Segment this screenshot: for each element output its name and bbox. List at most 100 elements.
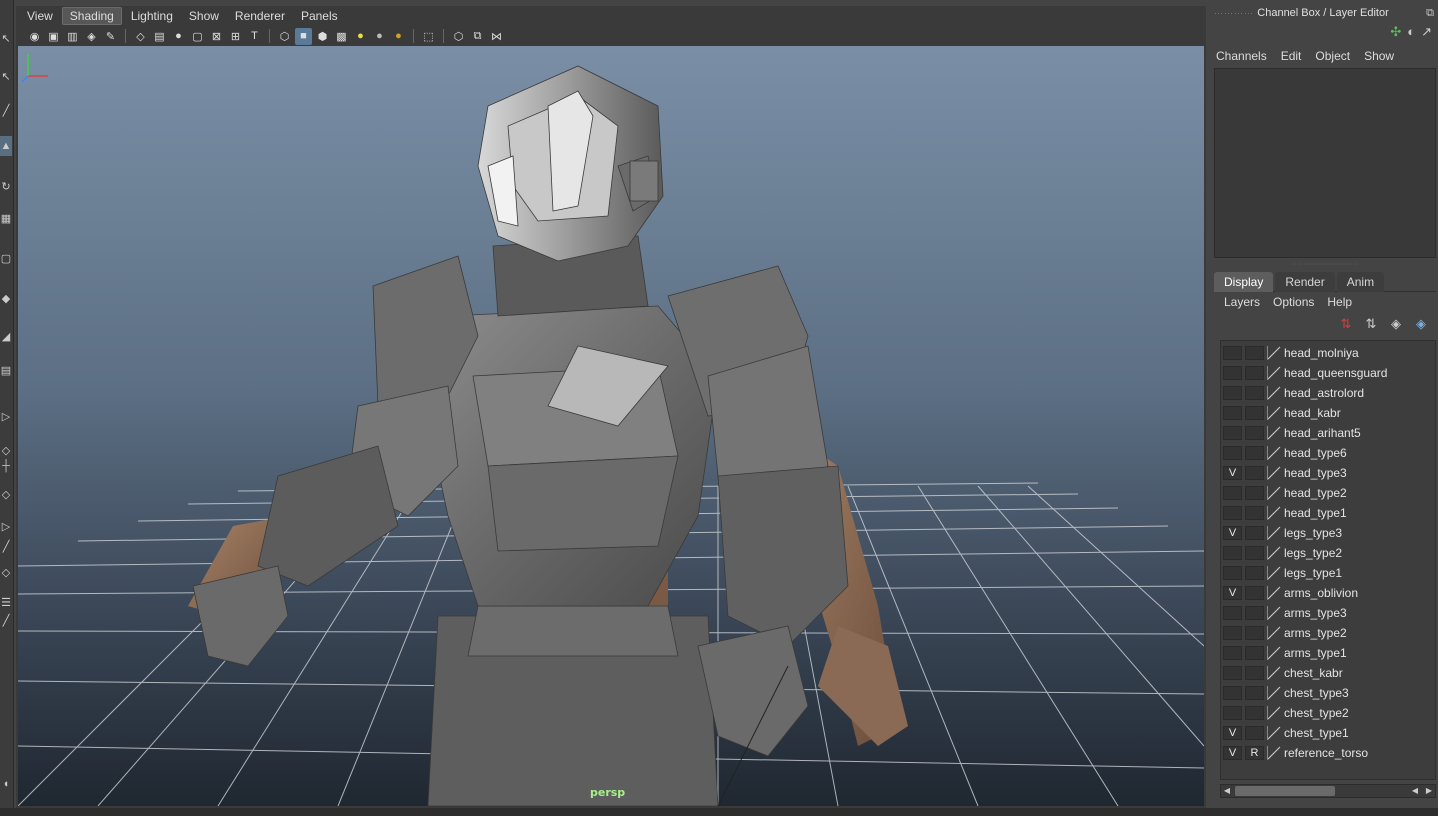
layout-single-icon[interactable]: ▷ xyxy=(0,406,12,426)
layer-visibility-toggle[interactable] xyxy=(1223,566,1242,580)
new-layer-selected-icon[interactable]: ◈ xyxy=(1412,316,1430,332)
move-layer-down-icon[interactable]: ⇅ xyxy=(1362,316,1380,332)
layer-name[interactable]: arms_type1 xyxy=(1284,646,1347,660)
layer-name[interactable]: arms_type3 xyxy=(1284,606,1347,620)
layer-visibility-toggle[interactable] xyxy=(1223,486,1242,500)
layer-name[interactable]: chest_kabr xyxy=(1284,666,1343,680)
layer-row[interactable]: chest_kabr xyxy=(1223,663,1435,683)
layout-icon[interactable]: ▤ xyxy=(0,360,12,380)
layout-outliner-icon[interactable]: ▷ xyxy=(0,516,12,536)
scroll-right-icon[interactable]: ◀ xyxy=(1409,785,1421,797)
layer-list-scrollbar[interactable]: ◀ ◀ ▶ xyxy=(1220,784,1436,798)
layer-visibility-toggle[interactable] xyxy=(1223,706,1242,720)
layer-visibility-toggle[interactable] xyxy=(1223,446,1242,460)
layer-row[interactable]: head_molniya xyxy=(1223,343,1435,363)
layer-row[interactable]: Vchest_type1 xyxy=(1223,723,1435,743)
scale-tool-icon[interactable]: ▦ xyxy=(0,208,12,228)
layer-name[interactable]: arms_oblivion xyxy=(1284,586,1358,600)
layer-visibility-toggle[interactable] xyxy=(1223,386,1242,400)
scroll-end-icon[interactable]: ▶ xyxy=(1423,785,1435,797)
layer-row[interactable]: head_type6 xyxy=(1223,443,1435,463)
layer-row[interactable]: arms_type2 xyxy=(1223,623,1435,643)
float-window-icon[interactable]: ⧉ xyxy=(1426,4,1434,22)
use-all-lights-icon[interactable]: ● xyxy=(352,28,369,45)
layer-color-swatch-icon[interactable] xyxy=(1267,746,1281,760)
layer-row[interactable]: head_type1 xyxy=(1223,503,1435,523)
layer-display-type-toggle[interactable] xyxy=(1245,486,1264,500)
layer-row[interactable]: head_queensguard xyxy=(1223,363,1435,383)
layer-color-swatch-icon[interactable] xyxy=(1267,666,1281,680)
layer-name[interactable]: head_molniya xyxy=(1284,346,1359,360)
layer-name[interactable]: head_type1 xyxy=(1284,506,1347,520)
layer-row[interactable]: chest_type3 xyxy=(1223,683,1435,703)
camera-attributes-icon[interactable]: ▣ xyxy=(45,28,62,45)
menu-options[interactable]: Options xyxy=(1273,295,1314,309)
layer-display-type-toggle[interactable] xyxy=(1245,386,1264,400)
tab-anim[interactable]: Anim xyxy=(1336,272,1385,292)
menu-shading[interactable]: Shading xyxy=(61,7,122,25)
xray-components-icon[interactable]: ⋈ xyxy=(488,28,505,45)
layer-name[interactable]: chest_type1 xyxy=(1284,726,1349,740)
xray-joints-icon[interactable]: ⧉ xyxy=(469,28,486,45)
layer-visibility-toggle[interactable] xyxy=(1223,646,1242,660)
gate-mask-icon[interactable]: ▢ xyxy=(189,28,206,45)
layer-row[interactable]: V Rreference_torso xyxy=(1223,743,1435,763)
soft-mod-tool-icon[interactable]: ◆ xyxy=(0,288,12,308)
layer-visibility-toggle[interactable] xyxy=(1223,426,1242,440)
layer-display-type-toggle[interactable] xyxy=(1245,566,1264,580)
new-layer-icon[interactable]: ◈ xyxy=(1387,316,1405,332)
layer-row[interactable]: Vhead_type3 xyxy=(1223,463,1435,483)
layer-display-type-toggle[interactable] xyxy=(1245,426,1264,440)
drag-handle-icon[interactable]: ⋯⋯⋯⋯ xyxy=(1214,4,1254,22)
isolate-select-icon[interactable]: ⬚ xyxy=(420,28,437,45)
lasso-tool-icon[interactable]: ↖ xyxy=(0,66,12,86)
layer-color-swatch-icon[interactable] xyxy=(1267,446,1281,460)
layer-color-swatch-icon[interactable] xyxy=(1267,626,1281,640)
menu-help[interactable]: Help xyxy=(1327,295,1352,309)
layer-visibility-toggle[interactable]: V xyxy=(1223,466,1242,480)
layer-display-type-toggle[interactable] xyxy=(1245,706,1264,720)
textured-icon[interactable]: ▩ xyxy=(333,28,350,45)
xray-icon[interactable]: ⬡ xyxy=(450,28,467,45)
layer-name[interactable]: head_kabr xyxy=(1284,406,1341,420)
layer-row[interactable]: legs_type2 xyxy=(1223,543,1435,563)
layer-row[interactable]: head_arihant5 xyxy=(1223,423,1435,443)
layer-visibility-toggle[interactable] xyxy=(1223,406,1242,420)
layer-name[interactable]: head_astrolord xyxy=(1284,386,1364,400)
layer-display-type-toggle[interactable] xyxy=(1245,626,1264,640)
select-tool-icon[interactable]: ↖ xyxy=(0,28,12,48)
layout-hypershade-icon[interactable]: ◇ xyxy=(0,562,12,582)
menu-panels[interactable]: Panels xyxy=(294,7,345,25)
layer-row[interactable]: arms_type1 xyxy=(1223,643,1435,663)
manipulator-tool-icon[interactable]: ▢ xyxy=(0,248,12,268)
menu-view[interactable]: View xyxy=(20,7,60,25)
move-layer-up-icon[interactable]: ⇅ xyxy=(1337,316,1355,332)
tab-display[interactable]: Display xyxy=(1214,272,1274,292)
layer-name[interactable]: head_type6 xyxy=(1284,446,1347,460)
scroll-thumb[interactable] xyxy=(1235,786,1335,796)
layer-name[interactable]: arms_type2 xyxy=(1284,626,1347,640)
layer-row[interactable]: Varms_oblivion xyxy=(1223,583,1435,603)
layer-name[interactable]: legs_type2 xyxy=(1284,546,1342,560)
smooth-shade-icon[interactable]: ■ xyxy=(295,27,312,45)
panel-splitter[interactable]: ⋯⋯⋯⋯⋯⋯⋯⋯⋯⋯ xyxy=(1214,262,1436,268)
channel-box-area[interactable] xyxy=(1214,68,1436,258)
wireframe-on-shaded-icon[interactable]: ⬢ xyxy=(314,28,331,45)
menu-object[interactable]: Object xyxy=(1315,49,1350,63)
layer-row[interactable]: legs_type1 xyxy=(1223,563,1435,583)
layer-display-type-toggle[interactable] xyxy=(1245,606,1264,620)
layer-display-type-toggle[interactable] xyxy=(1245,666,1264,680)
layer-display-type-toggle[interactable] xyxy=(1245,466,1264,480)
layer-display-type-toggle[interactable] xyxy=(1245,726,1264,740)
layer-row[interactable]: chest_type2 xyxy=(1223,703,1435,723)
layer-visibility-toggle[interactable]: V xyxy=(1223,746,1242,760)
layer-display-type-toggle[interactable] xyxy=(1245,446,1264,460)
layer-row[interactable]: head_type2 xyxy=(1223,483,1435,503)
layout-persp-icon[interactable]: ◇ xyxy=(0,484,12,504)
layer-name[interactable]: head_type3 xyxy=(1284,466,1347,480)
layer-name[interactable]: legs_type3 xyxy=(1284,526,1342,540)
layer-display-type-toggle[interactable]: R xyxy=(1245,746,1264,760)
layer-display-type-toggle[interactable] xyxy=(1245,406,1264,420)
hyperbolic-icon[interactable]: ↗ xyxy=(1421,24,1432,40)
layer-row[interactable]: arms_type3 xyxy=(1223,603,1435,623)
